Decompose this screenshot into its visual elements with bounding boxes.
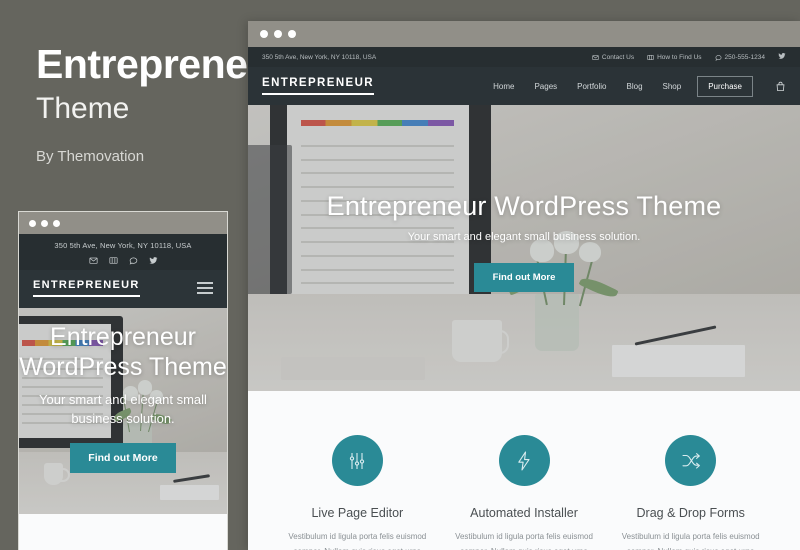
map-icon [647,54,654,61]
hero-content: Entrepreneur WordPress Theme Your smart … [248,105,800,292]
mobile-social-icons [23,256,223,265]
feature-title: Drag & Drop Forms [636,506,745,520]
feature-title: Automated Installer [470,506,578,520]
feature-text: Vestibulum id ligula porta felis euismod… [621,532,760,550]
window-dot-minimize[interactable] [274,30,282,38]
feature-automated-installer: Automated Installer Vestibulum id ligula… [441,435,608,550]
envelope-icon[interactable] [88,256,98,265]
purchase-button[interactable]: Purchase [697,75,753,97]
topbar-contact-us[interactable]: Contact Us [592,54,634,61]
nav-item-pages[interactable]: Pages [524,82,567,91]
window-dot-close[interactable] [260,30,268,38]
nav-item-portfolio[interactable]: Portfolio [567,82,616,91]
mobile-hero-title: Entrepreneur WordPress Theme [19,323,227,381]
mobile-preview-window: 350 5th Ave, New York, NY 10118, USA ENT… [18,211,228,550]
hero-title: Entrepreneur WordPress Theme [326,191,722,221]
desktop-window-chrome [248,21,800,47]
mobile-topbar: 350 5th Ave, New York, NY 10118, USA [19,234,227,270]
nav-item-home[interactable]: Home [483,82,524,91]
burger-line [197,292,213,294]
feature-title: Live Page Editor [311,506,404,520]
shuffle-icon [665,435,717,486]
site-logo[interactable]: ENTREPRENEUR [262,77,375,95]
topbar-link-label: How to Find Us [657,53,702,61]
topbar-link-label: Contact Us [601,53,635,61]
twitter-icon[interactable] [778,52,786,62]
topbar-how-to-find-us[interactable]: How to Find Us [647,53,702,61]
twitter-icon[interactable] [148,256,158,265]
mobile-hero-content: Entrepreneur WordPress Theme Your smart … [19,308,227,473]
site-topbar: 350 5th Ave, New York, NY 10118, USA Con… [248,47,800,67]
shopping-bag-icon[interactable] [775,81,786,92]
find-out-more-button[interactable]: Find out More [473,263,575,292]
burger-line [197,287,213,289]
window-dot-minimize[interactable] [41,219,48,227]
hamburger-menu-icon[interactable] [197,282,213,294]
features-section: Live Page Editor Vestibulum id ligula po… [248,391,800,550]
map-icon[interactable] [108,256,118,265]
feature-text: Vestibulum id ligula porta felis euismod… [288,532,427,550]
sliders-icon [331,435,383,486]
topbar-phone-number[interactable]: 250-555-1234 [714,53,765,61]
nav-item-shop[interactable]: Shop [653,82,692,91]
hero-subtitle: Your smart and elegant small business so… [407,231,641,243]
envelope-icon [592,54,599,61]
burger-line [197,282,213,284]
mobile-navbar: ENTREPRENEUR [19,270,227,308]
window-dot-close[interactable] [29,219,36,227]
nav-item-blog[interactable]: Blog [617,82,653,91]
topbar-address: 350 5th Ave, New York, NY 10118, USA [262,53,377,61]
topbar-link-label: 250-555-1234 [724,53,765,61]
mobile-site-logo[interactable]: ENTREPRENEUR [33,279,140,297]
window-dot-maximize[interactable] [288,30,296,38]
chat-icon [714,54,722,61]
mobile-hero-section: Entrepreneur WordPress Theme Your smart … [19,308,227,514]
window-dot-maximize[interactable] [53,219,60,227]
topbar-links: Contact Us How to Find Us 250-555-1234 [592,52,786,62]
feature-live-page-editor: Live Page Editor Vestibulum id ligula po… [274,435,441,550]
mobile-window-chrome [19,212,227,234]
mobile-address-text: 350 5th Ave, New York, NY 10118, USA [54,241,192,250]
mobile-below-fold [19,514,227,532]
desktop-preview-window: 350 5th Ave, New York, NY 10118, USA Con… [248,21,800,550]
feature-text: Vestibulum id ligula porta felis euismod… [455,532,593,550]
feature-drag-and-drop-forms: Drag & Drop Forms Vestibulum id ligula p… [607,435,774,550]
mobile-hero-subtitle: Your smart and elegant small business so… [39,392,207,426]
main-navigation: Home Pages Portfolio Blog Shop Purchase [483,75,786,97]
lightning-bolt-icon [498,435,550,486]
mobile-find-out-more-button[interactable]: Find out More [70,442,176,473]
chat-icon[interactable] [129,256,138,265]
hero-section: Entrepreneur WordPress Theme Your smart … [248,105,800,391]
site-navbar: ENTREPRENEUR Home Pages Portfolio Blog S… [248,67,800,105]
